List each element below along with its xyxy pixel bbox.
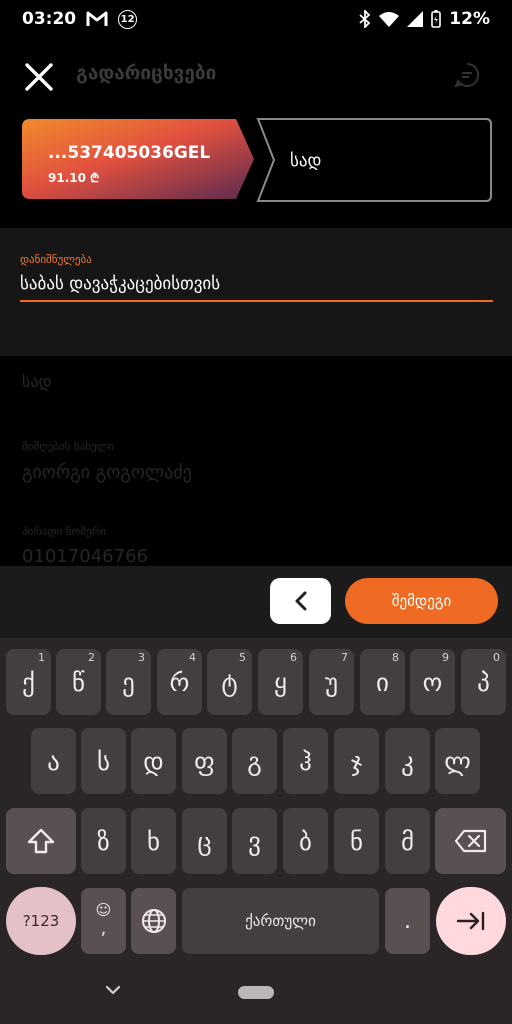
gmail-icon: [86, 11, 108, 26]
key[interactable]: კ: [385, 728, 430, 794]
key-hint: 9: [442, 651, 449, 664]
key[interactable]: უ7: [309, 649, 354, 715]
key[interactable]: ვ: [232, 808, 277, 874]
battery-icon: [431, 10, 442, 28]
key[interactable]: ჯ: [334, 728, 379, 794]
emoji-icon: ☺: [95, 901, 112, 919]
close-icon[interactable]: [22, 60, 56, 94]
key-label: ქ: [22, 667, 35, 697]
key[interactable]: დ: [131, 728, 176, 794]
key-hint: 2: [88, 651, 95, 664]
key-label: პ: [477, 667, 490, 697]
globe-icon: [141, 909, 166, 933]
header: გადარიცხვები: [0, 38, 512, 114]
recipient-name-value: გიორგი გოგოლაძე: [22, 462, 192, 483]
key-hint: 0: [493, 651, 500, 664]
from-account-balance: 91.10 ₾: [48, 171, 100, 185]
tab-arrow-icon: [456, 911, 485, 931]
comma-label: ,: [100, 918, 107, 939]
key-label: ე: [122, 667, 135, 697]
backspace-key[interactable]: [435, 808, 506, 874]
purpose-panel: დანიშნულება საბას დავაჭკაცებისთვის: [0, 228, 512, 356]
key[interactable]: ლ: [435, 728, 480, 794]
key-hint: 1: [38, 651, 45, 664]
key-hint: 7: [341, 651, 348, 664]
key[interactable]: რ4: [157, 649, 202, 715]
key[interactable]: მ: [385, 808, 430, 874]
backspace-icon: [454, 829, 486, 853]
key[interactable]: ქ1: [6, 649, 51, 715]
key[interactable]: ე3: [106, 649, 151, 715]
key[interactable]: ხ: [131, 808, 176, 874]
key[interactable]: ც: [182, 808, 227, 874]
key-label: რ: [169, 667, 190, 697]
purpose-underline: [20, 300, 493, 302]
shift-key[interactable]: [6, 808, 76, 874]
period-key[interactable]: .: [385, 888, 430, 954]
page-title: გადარიცხვები: [76, 62, 217, 84]
navigation-bar: [0, 962, 512, 1024]
key-hint: 6: [290, 651, 297, 664]
action-row: შემდეგი: [0, 566, 512, 638]
key-label: ყ: [274, 667, 287, 697]
notification-count-badge: 12: [118, 9, 138, 29]
from-account-card[interactable]: ...537405036GEL 91.10 ₾: [22, 119, 254, 199]
key[interactable]: ზ: [81, 808, 126, 874]
key[interactable]: პ0: [461, 649, 506, 715]
next-button[interactable]: შემდეგი: [345, 578, 498, 624]
key[interactable]: ბ: [283, 808, 328, 874]
key-hint: 5: [239, 651, 246, 664]
key[interactable]: ჰ: [283, 728, 328, 794]
language-key[interactable]: [131, 888, 176, 954]
key[interactable]: გ: [232, 728, 277, 794]
back-button[interactable]: [270, 578, 331, 624]
chat-icon[interactable]: [454, 62, 480, 88]
key[interactable]: ს: [81, 728, 126, 794]
key[interactable]: ფ: [182, 728, 227, 794]
key-label: ო: [422, 667, 443, 697]
to-account-label: სად: [290, 151, 322, 171]
key-hint: 3: [138, 651, 145, 664]
chevron-left-icon: [295, 591, 306, 611]
purpose-label: დანიშნულება: [20, 253, 92, 266]
chevron-down-icon[interactable]: [104, 984, 122, 996]
battery-percent: 12%: [449, 9, 490, 29]
key[interactable]: ი8: [360, 649, 405, 715]
wifi-icon: [379, 12, 400, 27]
key-label: უ: [324, 667, 339, 697]
recipient-id-value: 01017046766: [22, 546, 148, 567]
recipient-name-label: მიმღების სახელი: [22, 440, 115, 453]
key-label: ტ: [221, 667, 238, 697]
transfer-cards: ...537405036GEL 91.10 ₾ სად: [0, 114, 512, 224]
key-label: წ: [72, 667, 85, 697]
to-field-label: სად: [22, 372, 52, 391]
comma-key[interactable]: ☺ ,: [81, 888, 126, 954]
recipient-id-label: პირადი ნომერი: [22, 525, 106, 538]
enter-key[interactable]: [436, 887, 506, 955]
to-account-card[interactable]: სად: [254, 117, 494, 203]
key[interactable]: ნ: [334, 808, 379, 874]
signal-icon: [407, 11, 424, 27]
symbols-key[interactable]: ?123: [6, 887, 76, 955]
status-time: 03:20: [22, 9, 77, 29]
key-hint: 8: [392, 651, 399, 664]
key[interactable]: წ2: [56, 649, 101, 715]
shift-icon: [27, 828, 55, 854]
bluetooth-icon: [359, 10, 371, 28]
key-hint: 4: [189, 651, 196, 664]
key[interactable]: ყ6: [258, 649, 303, 715]
key[interactable]: ა: [31, 728, 76, 794]
space-key[interactable]: ქართული: [182, 888, 379, 954]
status-bar: 03:20 12 12%: [0, 0, 512, 38]
home-handle[interactable]: [238, 986, 274, 999]
from-account-number: ...537405036GEL: [48, 143, 211, 163]
key-label: ი: [376, 667, 389, 697]
purpose-input[interactable]: საბას დავაჭკაცებისთვის: [20, 274, 220, 294]
key[interactable]: ო9: [410, 649, 455, 715]
key[interactable]: ტ5: [207, 649, 252, 715]
